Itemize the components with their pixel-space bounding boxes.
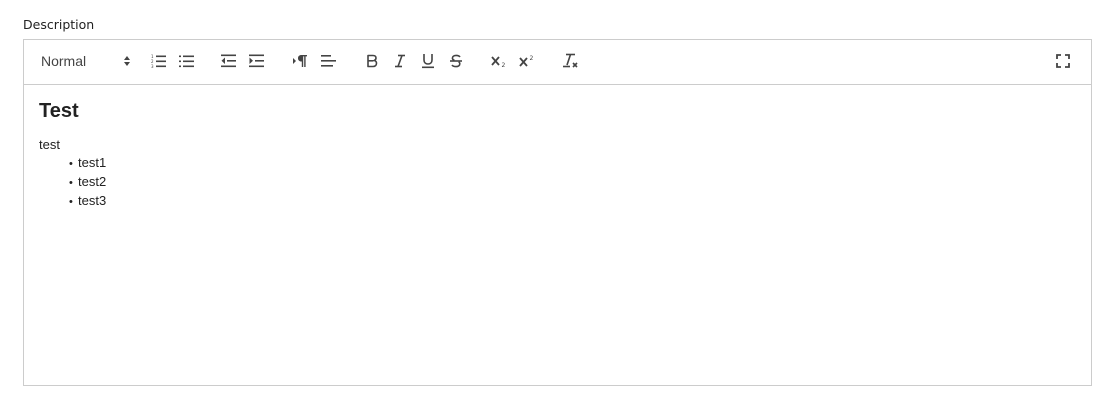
align-button[interactable] xyxy=(320,50,338,72)
content-paragraph: test xyxy=(39,137,60,152)
content-bullet-list: • test1 • test2 • test3 xyxy=(39,154,1076,211)
rtl-paragraph-icon xyxy=(292,54,310,68)
ordered-list-button[interactable]: 1 2 3 xyxy=(150,50,168,72)
strike-button[interactable] xyxy=(447,50,465,72)
list-item-text: test2 xyxy=(78,174,107,189)
rich-text-editor: Normal 1 2 3 2 2 Test test • test1 • tes… xyxy=(23,39,1092,386)
outdent-button[interactable] xyxy=(220,50,238,72)
description-label: Description xyxy=(23,17,95,32)
bullet-marker: • xyxy=(69,177,73,189)
italic-icon xyxy=(393,54,407,68)
bold-icon xyxy=(365,54,379,68)
superscript-icon: 2 xyxy=(518,54,536,68)
content-heading: Test xyxy=(39,100,79,122)
bold-button[interactable] xyxy=(363,50,381,72)
bullet-marker: • xyxy=(69,196,73,208)
list-item: • test3 xyxy=(69,192,1076,211)
header-format-select[interactable]: Normal xyxy=(35,50,131,72)
updown-arrows-icon xyxy=(123,54,131,72)
svg-text:2: 2 xyxy=(530,55,534,62)
editor-toolbar: Normal 1 2 3 2 2 xyxy=(24,40,1091,85)
text-direction-button[interactable] xyxy=(291,50,311,72)
align-left-icon xyxy=(321,54,337,68)
bullet-list-icon xyxy=(179,54,195,68)
header-format-value: Normal xyxy=(41,53,87,69)
strikethrough-icon xyxy=(449,54,463,68)
subscript-button[interactable]: 2 xyxy=(489,50,509,72)
bullet-marker: • xyxy=(69,158,73,170)
svg-text:3: 3 xyxy=(151,64,154,68)
svg-text:2: 2 xyxy=(502,62,506,68)
outdent-icon xyxy=(221,54,237,68)
editor-content[interactable]: Test test • test1 • test2 • test3 xyxy=(24,86,1091,385)
fullscreen-icon xyxy=(1056,54,1070,68)
indent-icon xyxy=(249,54,265,68)
clear-format-button[interactable] xyxy=(561,50,581,72)
subscript-icon: 2 xyxy=(490,54,508,68)
list-item-text: test3 xyxy=(78,193,107,208)
ordered-list-icon: 1 2 3 xyxy=(151,54,167,68)
list-item: • test2 xyxy=(69,173,1076,192)
italic-button[interactable] xyxy=(391,50,409,72)
indent-button[interactable] xyxy=(248,50,266,72)
clear-format-icon xyxy=(562,53,580,69)
underline-icon xyxy=(421,53,435,69)
fullscreen-button[interactable] xyxy=(1054,50,1072,72)
superscript-button[interactable]: 2 xyxy=(517,50,537,72)
list-item-text: test1 xyxy=(78,155,107,170)
bullet-list-button[interactable] xyxy=(178,50,196,72)
underline-button[interactable] xyxy=(419,50,437,72)
list-item: • test1 xyxy=(69,154,1076,173)
